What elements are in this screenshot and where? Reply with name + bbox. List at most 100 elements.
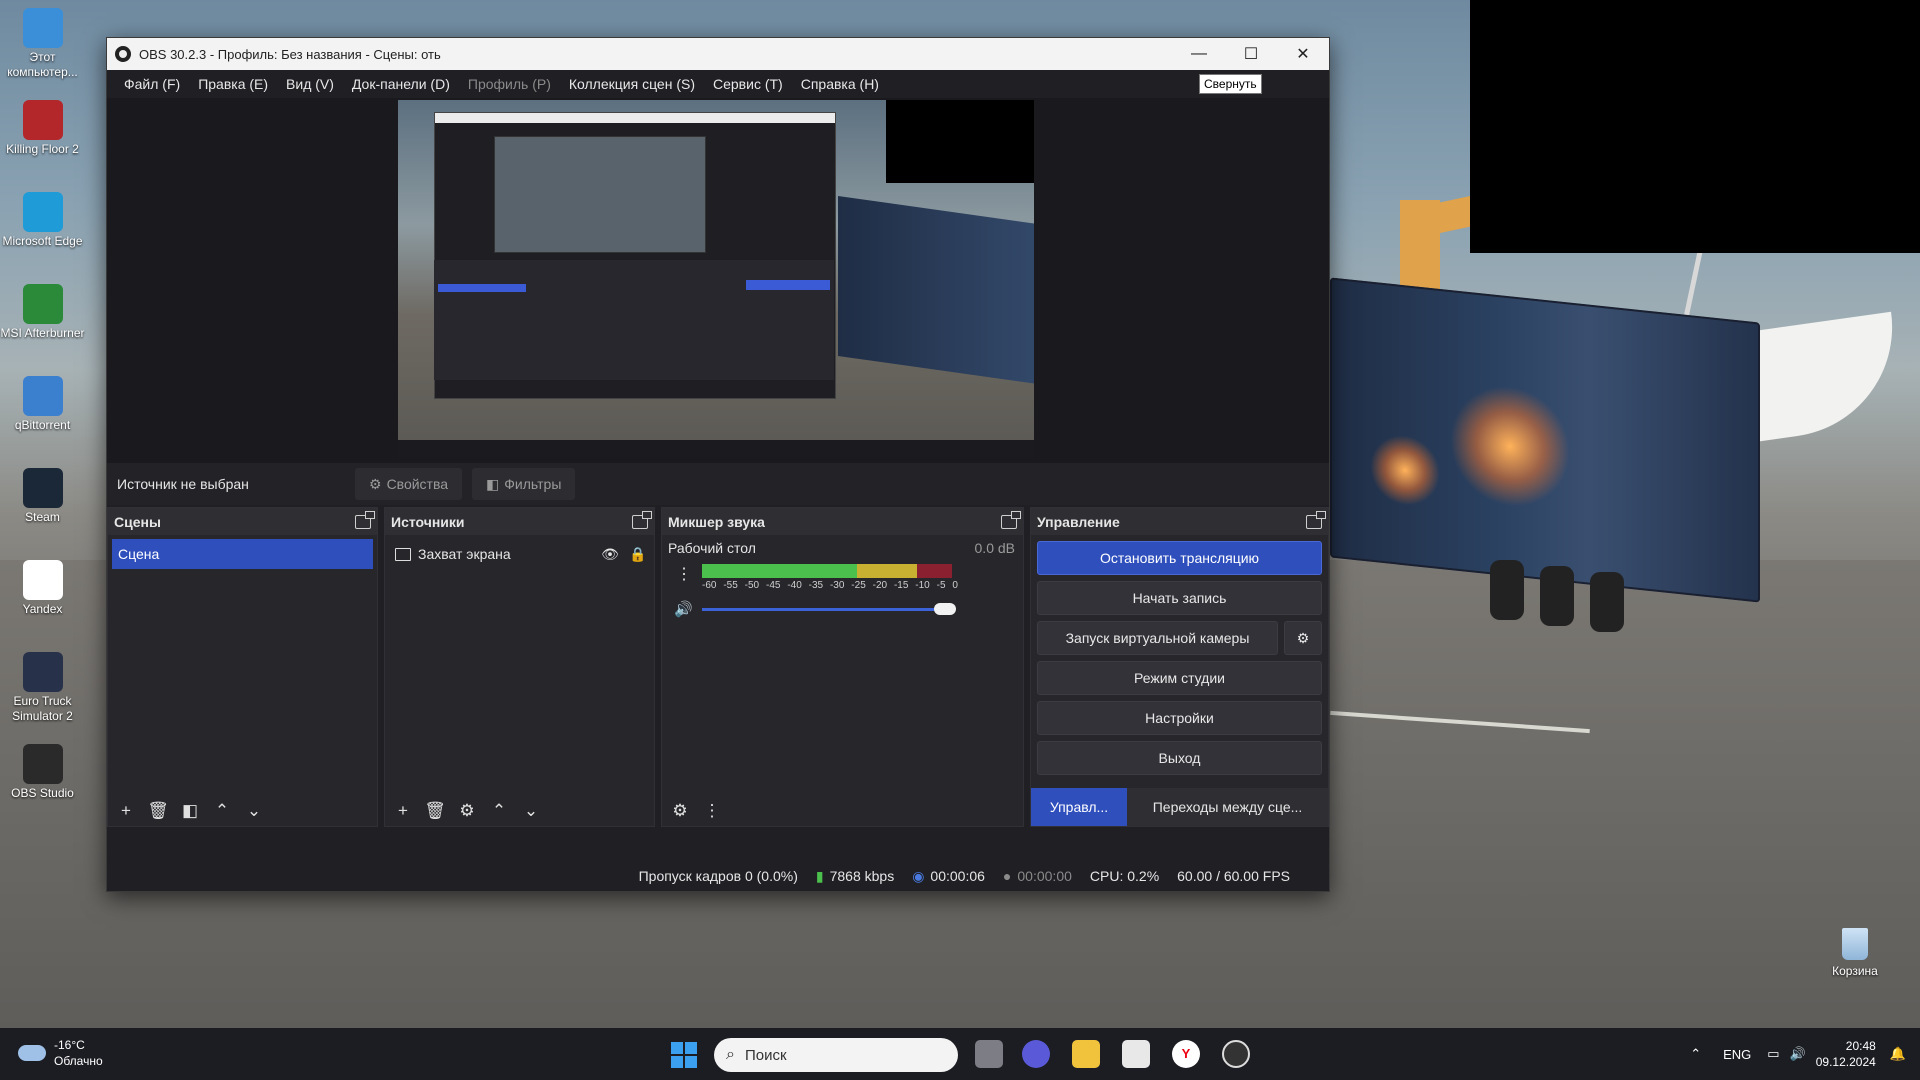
menu-scene-collection[interactable]: Коллекция сцен (S): [560, 76, 704, 92]
menu-docks[interactable]: Док-панели (D): [343, 76, 459, 92]
scene-item-label: Сцена: [118, 546, 160, 562]
desktop-icon[interactable]: Steam: [0, 468, 85, 525]
file-explorer-icon[interactable]: [1072, 1040, 1100, 1068]
obs-taskbar-icon[interactable]: [1222, 1040, 1250, 1068]
desktop-icon[interactable]: Microsoft Edge: [0, 192, 85, 249]
record-icon: ●: [1002, 868, 1012, 884]
desktop-icon[interactable]: Euro Truck Simulator 2: [0, 652, 85, 724]
maximize-button[interactable]: ☐: [1225, 38, 1277, 70]
exit-button[interactable]: Выход: [1037, 741, 1322, 775]
meter-segment: [857, 564, 917, 578]
steam-icon: [22, 468, 63, 508]
preview-area[interactable]: [107, 98, 1329, 463]
properties-button[interactable]: ⚙ Свойства: [355, 468, 463, 500]
network-icon[interactable]: ▭: [1767, 1046, 1779, 1062]
more-options-icon[interactable]: ⋮: [676, 564, 692, 584]
meter-tick-label: 0: [952, 580, 958, 591]
mixer-title: Микшер звука: [668, 513, 765, 530]
trash-icon[interactable]: 🗑: [144, 798, 172, 824]
settings-button[interactable]: Настройки: [1037, 701, 1322, 735]
menu-tools[interactable]: Сервис (T): [704, 76, 792, 92]
more-options-icon[interactable]: ⋮: [698, 798, 726, 824]
virtual-camera-settings-button[interactable]: ⚙: [1284, 621, 1322, 655]
close-button[interactable]: ✕: [1277, 38, 1329, 70]
add-icon[interactable]: +: [389, 798, 417, 824]
audio-meter: [702, 564, 952, 578]
virtual-camera-button[interactable]: Запуск виртуальной камеры: [1037, 621, 1278, 655]
studio-mode-button[interactable]: Режим студии: [1037, 661, 1322, 695]
eye-icon[interactable]: 👁: [598, 546, 622, 563]
yandex-browser-icon[interactable]: Y: [1172, 1040, 1200, 1068]
menu-view[interactable]: Вид (V): [277, 76, 343, 92]
store-icon[interactable]: [1122, 1040, 1150, 1068]
undock-icon[interactable]: [632, 510, 652, 529]
desktop-icon-label: Euro Truck Simulator 2: [12, 694, 73, 723]
language-indicator[interactable]: ENG: [1723, 1047, 1751, 1062]
meet-icon[interactable]: [1022, 1040, 1050, 1068]
meter-tick-label: -5: [936, 580, 946, 591]
monitor-icon: [395, 547, 411, 561]
title-bar[interactable]: OBS 30.2.3 - Профиль: Без названия - Сце…: [107, 38, 1329, 70]
add-icon[interactable]: +: [112, 798, 140, 824]
tab-transitions[interactable]: Переходы между сце...: [1127, 788, 1328, 826]
record-time: 00:00:00: [1017, 868, 1072, 884]
chevron-up-icon[interactable]: ⌃: [485, 798, 513, 824]
menu-help[interactable]: Справка (H): [792, 76, 888, 92]
record-status: ● 00:00:00: [994, 868, 1081, 884]
properties-label: Свойства: [386, 476, 449, 492]
gear-icon[interactable]: ⚙: [453, 798, 481, 824]
stop-stream-button[interactable]: Остановить трансляцию: [1037, 541, 1322, 575]
desktop-icon-label: Yandex: [22, 602, 63, 616]
undock-icon[interactable]: [355, 510, 375, 529]
desktop-icon[interactable]: Этот компьютер...: [0, 8, 85, 80]
chevron-up-icon[interactable]: ⌃: [1690, 1046, 1701, 1062]
source-item[interactable]: Захват экрана 👁 🔒: [389, 539, 650, 569]
start-button[interactable]: [671, 1042, 697, 1068]
obs-window: OBS 30.2.3 - Профиль: Без названия - Сце…: [106, 37, 1330, 892]
desktop-icon[interactable]: Killing Floor 2: [0, 100, 85, 157]
chevron-up-icon[interactable]: ⌃: [208, 798, 236, 824]
volume-slider-knob[interactable]: [934, 603, 956, 615]
tab-controls[interactable]: Управл...: [1031, 788, 1127, 826]
chevron-down-icon[interactable]: ⌄: [517, 798, 545, 824]
trash-icon[interactable]: 🗑: [421, 798, 449, 824]
undock-icon[interactable]: [1306, 510, 1326, 529]
scene-item[interactable]: Сцена: [112, 539, 373, 569]
chevron-down-icon[interactable]: ⌄: [240, 798, 268, 824]
preview-nested-preview: [494, 136, 706, 253]
wallpaper-wheel: [1590, 572, 1624, 632]
obs-logo-icon: [115, 46, 131, 62]
recycle-bin[interactable]: Корзина: [1820, 928, 1890, 978]
meter-tick-label: -15: [893, 580, 909, 591]
filters-button[interactable]: ◧ Фильтры: [472, 468, 576, 500]
volume-icon[interactable]: 🔊: [1790, 1046, 1806, 1062]
menu-file[interactable]: Файл (F): [115, 76, 189, 92]
taskbar-search[interactable]: ⌕ Поиск: [714, 1038, 958, 1072]
minimize-button[interactable]: —: [1173, 38, 1225, 70]
start-record-button[interactable]: Начать запись: [1037, 581, 1322, 615]
desktop-icon-label: OBS Studio: [11, 786, 74, 800]
program-preview[interactable]: [398, 100, 1034, 458]
edge-icon: [22, 192, 63, 232]
advanced-audio-icon[interactable]: ⚙: [666, 798, 694, 824]
lock-icon[interactable]: 🔒: [626, 546, 650, 563]
undock-icon[interactable]: [1001, 510, 1021, 529]
preview-nested-highlight: [746, 280, 830, 290]
desktop-icon[interactable]: MSI Afterburner: [0, 284, 85, 341]
task-view-icon[interactable]: [975, 1040, 1003, 1068]
bitrate-value: 7868 kbps: [829, 868, 895, 884]
filter-icon[interactable]: ◧: [176, 798, 204, 824]
notification-icon[interactable]: 🔔: [1890, 1046, 1906, 1062]
speaker-icon[interactable]: 🔊: [674, 600, 693, 618]
desktop-icon[interactable]: Yandex: [0, 560, 85, 617]
menu-bar: Файл (F) Правка (E) Вид (V) Док-панели (…: [107, 70, 1329, 98]
controls-dock-header: Управление: [1031, 508, 1328, 535]
weather-temp: -16°C: [54, 1038, 85, 1052]
menu-profile[interactable]: Профиль (P): [459, 76, 560, 92]
volume-slider-track[interactable]: [702, 608, 952, 611]
desktop-icon[interactable]: OBS Studio: [0, 744, 85, 801]
weather-widget[interactable]: -16°C Облачно: [18, 1037, 103, 1069]
desktop-icon[interactable]: qBittorrent: [0, 376, 85, 433]
menu-edit[interactable]: Правка (E): [189, 76, 277, 92]
clock[interactable]: 20:48 09.12.2024: [1816, 1038, 1876, 1070]
